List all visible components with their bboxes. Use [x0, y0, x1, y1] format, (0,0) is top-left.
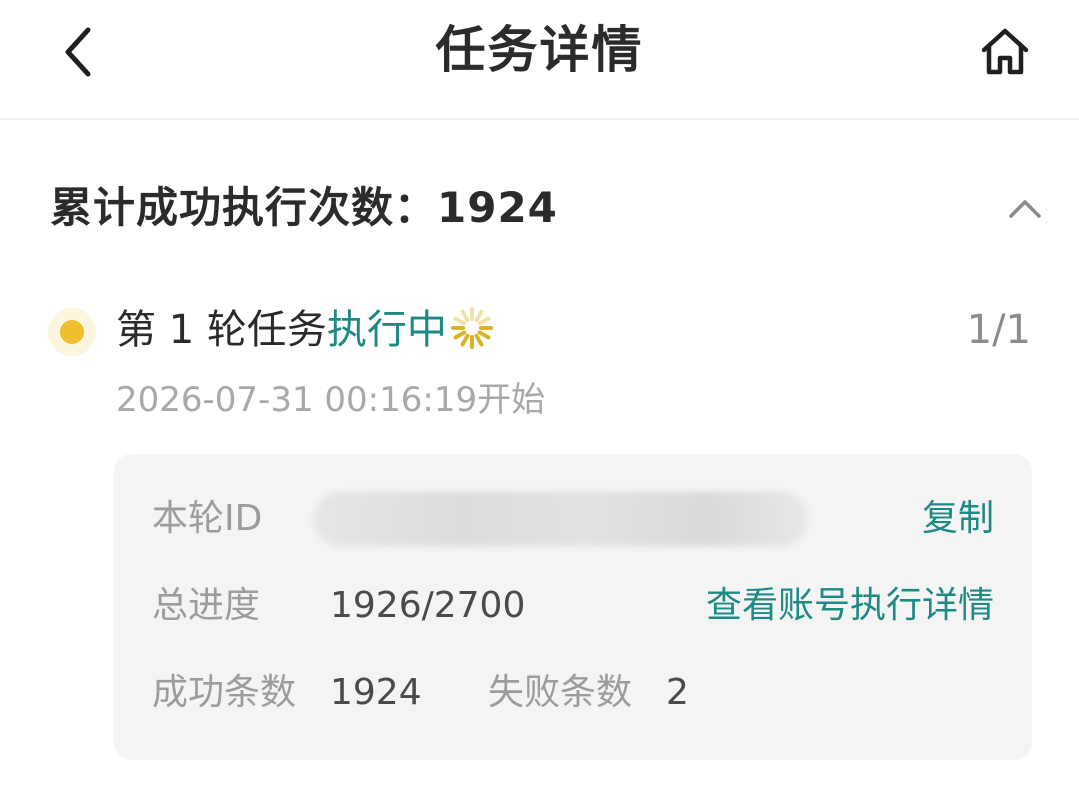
spinner-segment — [460, 309, 470, 323]
round-title-prefix: 第 1 轮任务 — [116, 307, 327, 353]
round-status-dot — [48, 308, 96, 356]
home-button[interactable] — [972, 20, 1038, 84]
spinner-segment — [477, 330, 491, 340]
collapse-button[interactable] — [1000, 186, 1050, 230]
progress-value: 1926/2700 — [330, 585, 526, 626]
round-id-value-redacted — [314, 492, 808, 546]
fail-count-value: 2 — [666, 672, 689, 713]
success-count-label: 成功条数 — [152, 672, 297, 713]
copy-button[interactable]: 复制 — [922, 494, 994, 544]
chevron-up-icon — [1009, 200, 1041, 218]
progress-label: 总进度 — [152, 585, 261, 626]
success-count-value: 1924 — [330, 672, 422, 713]
round-id-label: 本轮ID — [152, 498, 263, 539]
round-status-text: 执行中 — [326, 307, 447, 353]
round-title: 第 1 轮任务执行中 — [116, 302, 495, 358]
success-total-summary: 累计成功执行次数：1924 — [50, 183, 558, 232]
spinner-segment — [474, 333, 484, 347]
round-status-dot-core — [60, 320, 84, 344]
spinner-segment — [477, 316, 491, 326]
round-count: 1/1 — [966, 307, 1031, 353]
spinner-segment — [453, 330, 467, 340]
page-title: 任务详情 — [435, 21, 644, 79]
home-icon — [981, 28, 1029, 75]
loading-spinner-icon — [449, 305, 495, 351]
round-details-card: 本轮ID 复制 总进度 1926/2700 查看账号执行详情 成功条数 1924… — [114, 454, 1032, 760]
view-account-details-link[interactable]: 查看账号执行详情 — [706, 581, 994, 631]
spinner-segment — [460, 333, 470, 347]
spinner-segment — [453, 316, 467, 326]
spinner-segment — [474, 309, 484, 323]
fail-count-label: 失败条数 — [488, 672, 633, 713]
top-navigation-bar: 任务详情 — [0, 0, 1079, 120]
round-start-time: 2026-07-31 00:16:19开始 — [116, 380, 546, 420]
